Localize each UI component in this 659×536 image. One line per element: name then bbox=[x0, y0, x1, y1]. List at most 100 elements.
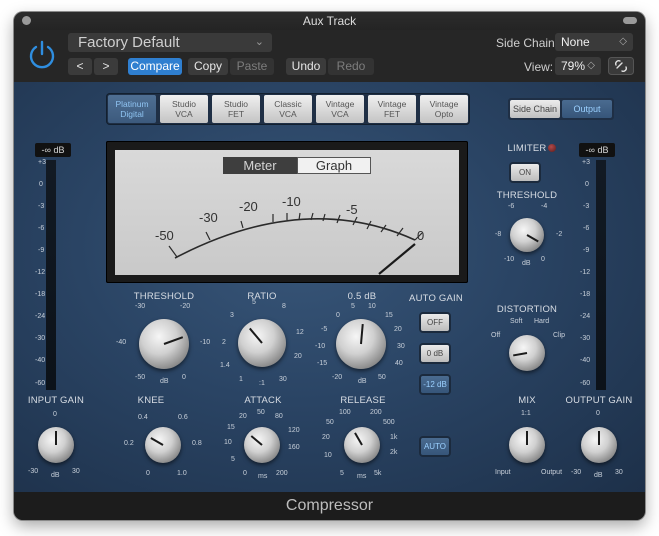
limiter-on-button[interactable]: ON bbox=[511, 164, 539, 181]
input-gain-knob[interactable] bbox=[38, 427, 74, 463]
knee-knob[interactable] bbox=[145, 427, 181, 463]
output-scale-label: -40 bbox=[580, 357, 591, 364]
makeup-tick: -5 bbox=[321, 326, 328, 333]
model-vintage-fet[interactable]: Vintage FET bbox=[368, 95, 416, 123]
input-scale-label: 0 bbox=[39, 181, 43, 188]
input-scale-label: -3 bbox=[38, 203, 45, 210]
makeup-tick: -15 bbox=[317, 360, 328, 367]
attack-tick: 20 bbox=[239, 413, 247, 420]
limiter-label: LIMITER bbox=[507, 143, 547, 154]
paste-button[interactable]: Paste bbox=[230, 58, 274, 75]
model-studio-vca[interactable]: Studio VCA bbox=[160, 95, 208, 123]
model-classic-vca[interactable]: Classic VCA bbox=[264, 95, 312, 123]
model-vintage-opto[interactable]: Vintage Opto bbox=[420, 95, 468, 123]
compare-button[interactable]: Compare bbox=[128, 58, 182, 75]
power-icon[interactable] bbox=[26, 38, 58, 70]
knee-tick: 0 bbox=[146, 470, 150, 477]
meter-scale-label: -50 bbox=[155, 228, 174, 243]
meter-scale-label: -20 bbox=[239, 199, 258, 214]
release-tick: 20 bbox=[322, 434, 330, 441]
undo-button[interactable]: Undo bbox=[286, 58, 326, 75]
release-tick: 200 bbox=[370, 409, 382, 416]
side-chain-select[interactable]: None ◇ bbox=[555, 33, 633, 51]
ratio-label: RATIO bbox=[247, 291, 277, 302]
threshold-label: THRESHOLD bbox=[133, 291, 195, 302]
limiter-threshold-tick: dB bbox=[522, 260, 531, 267]
compressor-panel: Platinum Digital Studio VCA Studio FET Clas… bbox=[14, 82, 645, 492]
window-handle[interactable] bbox=[623, 17, 637, 24]
limiter-led bbox=[548, 144, 556, 152]
threshold-tick: -50 bbox=[135, 374, 146, 381]
preset-menu[interactable]: Factory Default ⌄ bbox=[68, 33, 272, 52]
side-chain-button[interactable]: Side Chain bbox=[510, 100, 560, 118]
release-tick: 100 bbox=[339, 409, 351, 416]
makeup-gain-knob[interactable] bbox=[336, 319, 386, 369]
distortion-knob[interactable] bbox=[509, 335, 545, 371]
makeup-tick: 15 bbox=[385, 312, 393, 319]
output-button[interactable]: Output bbox=[562, 100, 612, 118]
attack-knob[interactable] bbox=[244, 427, 280, 463]
input-scale-label: -18 bbox=[35, 291, 46, 298]
auto-gain-minus12-button[interactable]: -12 dB bbox=[421, 376, 449, 393]
mix-knob[interactable] bbox=[509, 427, 545, 463]
limiter-threshold-tick: -6 bbox=[508, 203, 515, 210]
makeup-tick: 50 bbox=[378, 374, 386, 381]
distortion-tick: Hard bbox=[534, 318, 550, 325]
ratio-tick: 1.4 bbox=[220, 362, 230, 369]
threshold-tick: 0 bbox=[182, 374, 186, 381]
side-chain-label: Side Chain: bbox=[496, 36, 559, 50]
release-tick: 1k bbox=[390, 434, 398, 441]
makeup-tick: dB bbox=[358, 378, 367, 385]
makeup-tick: 40 bbox=[395, 360, 403, 367]
view-zoom-select[interactable]: 79% ◇ bbox=[555, 57, 601, 75]
auto-gain-0db-button[interactable]: 0 dB bbox=[421, 345, 449, 362]
link-icon[interactable] bbox=[608, 57, 634, 75]
input-gain-tick: 0 bbox=[53, 411, 57, 418]
redo-button[interactable]: Redo bbox=[328, 58, 374, 75]
limiter-threshold-knob-indicator bbox=[526, 234, 539, 243]
model-platinum-digital[interactable]: Platinum Digital bbox=[108, 95, 156, 123]
attack-label: ATTACK bbox=[244, 395, 282, 406]
plugin-header: Factory Default ⌄ < > Compare Copy Paste… bbox=[14, 30, 645, 82]
plugin-window: Aux Track Factory Default ⌄ < > Compare … bbox=[14, 12, 645, 520]
meter-needle-scale bbox=[168, 212, 423, 275]
threshold-knob[interactable] bbox=[139, 319, 189, 369]
input-scale-label: -24 bbox=[35, 313, 46, 320]
threshold-tick: -30 bbox=[135, 303, 146, 310]
attack-tick: ms bbox=[258, 473, 268, 480]
release-knob[interactable] bbox=[344, 427, 380, 463]
next-preset-button[interactable]: > bbox=[94, 58, 118, 75]
attack-tick: 50 bbox=[257, 409, 265, 416]
distortion-knob-indicator bbox=[513, 352, 528, 357]
meter-scale-label: 0 bbox=[417, 228, 425, 243]
output-gain-label: OUTPUT GAIN bbox=[565, 395, 633, 406]
distortion-tick: Clip bbox=[553, 332, 566, 339]
mix-tick: 1:1 bbox=[521, 410, 531, 417]
ratio-knob[interactable] bbox=[238, 319, 286, 367]
release-tick: 10 bbox=[324, 452, 332, 459]
ratio-tick: 12 bbox=[296, 329, 304, 336]
input-scale-label: -6 bbox=[38, 225, 45, 232]
makeup-tick: -10 bbox=[315, 343, 326, 350]
distortion-tick: Off bbox=[491, 332, 501, 339]
model-studio-fet[interactable]: Studio FET bbox=[212, 95, 260, 123]
makeup-tick: 10 bbox=[368, 303, 376, 310]
limiter-threshold-tick: -10 bbox=[504, 256, 515, 263]
release-tick: 5k bbox=[374, 470, 382, 477]
release-tick: 5 bbox=[340, 470, 344, 477]
ratio-tick: 8 bbox=[282, 303, 286, 310]
threshold-tick: -10 bbox=[200, 339, 211, 346]
ratio-knob-indicator bbox=[249, 327, 263, 344]
auto-gain-off-button[interactable]: OFF bbox=[421, 314, 449, 331]
model-vintage-vca[interactable]: Vintage VCA bbox=[316, 95, 364, 123]
previous-preset-button[interactable]: < bbox=[68, 58, 92, 75]
copy-button[interactable]: Copy bbox=[188, 58, 228, 75]
auto-release-button[interactable]: AUTO bbox=[421, 438, 449, 455]
limiter-threshold-knob[interactable] bbox=[510, 218, 544, 252]
input-gain-label: INPUT GAIN bbox=[27, 395, 85, 406]
output-gain-tick: dB bbox=[594, 472, 603, 479]
knee-tick: 1.0 bbox=[177, 470, 187, 477]
up-down-icon: ◇ bbox=[587, 60, 595, 71]
release-label: RELEASE bbox=[340, 395, 386, 406]
output-gain-knob[interactable] bbox=[581, 427, 617, 463]
